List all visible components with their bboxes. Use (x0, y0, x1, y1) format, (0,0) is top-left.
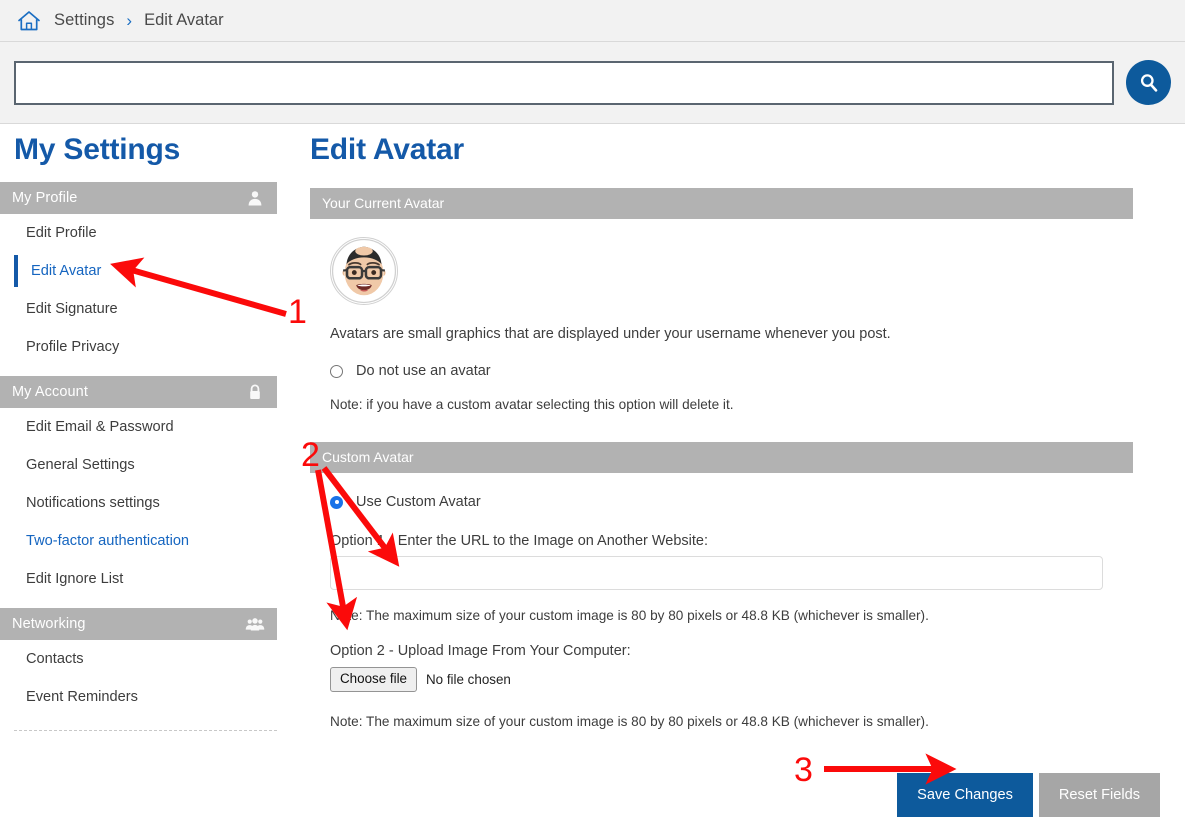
panel-body-current-avatar: Avatars are small graphics that are disp… (310, 219, 1161, 412)
label-option1: Option 1 - Enter the URL to the Image on… (330, 533, 1161, 549)
main-content: Edit Avatar Your Current Avatar (277, 133, 1185, 817)
panel-header-custom-avatar: Custom Avatar (310, 442, 1133, 473)
radio-label-do-not-use-avatar: Do not use an avatar (356, 363, 491, 379)
sidebar-title: My Settings (14, 133, 277, 167)
search-icon (1137, 71, 1161, 95)
sidebar-group-label: My Account (12, 384, 88, 400)
sidebar-group-label: My Profile (12, 190, 77, 206)
label-option2: Option 2 - Upload Image From Your Comput… (330, 643, 1161, 659)
breadcrumb-current: Edit Avatar (144, 11, 224, 30)
search-bar (0, 42, 1185, 124)
home-icon[interactable] (16, 9, 42, 33)
avatar-description: Avatars are small graphics that are disp… (330, 326, 1161, 342)
breadcrumb-settings-link[interactable]: Settings (54, 11, 114, 30)
user-icon (245, 189, 265, 207)
sidebar-item-profile-privacy[interactable]: Profile Privacy (14, 328, 277, 366)
sidebar-item-edit-ignore-list[interactable]: Edit Ignore List (14, 560, 277, 598)
sidebar-item-label: Edit Signature (26, 301, 118, 317)
note-option2: Note: The maximum size of your custom im… (330, 714, 1161, 729)
form-actions: Save Changes Reset Fields (310, 773, 1161, 817)
sidebar-item-label: Contacts (26, 651, 84, 667)
sidebar-divider (14, 730, 277, 731)
radio-use-custom-avatar[interactable] (330, 496, 343, 509)
radio-label-use-custom-avatar: Use Custom Avatar (356, 494, 481, 510)
sidebar-item-label: Two-factor authentication (26, 533, 189, 549)
sidebar-group-networking: Networking (0, 608, 277, 640)
lock-icon (245, 383, 265, 401)
breadcrumb-separator-icon: › (126, 11, 132, 31)
sidebar-group-my-profile: My Profile (0, 182, 277, 214)
people-icon (245, 615, 265, 633)
radio-do-not-use-avatar[interactable] (330, 365, 343, 378)
breadcrumb-bar: Settings › Edit Avatar (0, 0, 1185, 42)
sidebar-item-notifications-settings[interactable]: Notifications settings (14, 484, 277, 522)
sidebar-item-label: Edit Email & Password (26, 419, 174, 435)
avatar-url-input[interactable] (330, 556, 1103, 590)
choose-file-button[interactable]: Choose file (330, 667, 417, 692)
radio-row-use-custom-avatar[interactable]: Use Custom Avatar (330, 494, 1161, 510)
note-no-avatar: Note: if you have a custom avatar select… (330, 397, 1161, 412)
reset-fields-button[interactable]: Reset Fields (1039, 773, 1160, 817)
panel-body-custom-avatar: Use Custom Avatar Option 1 - Enter the U… (310, 473, 1161, 729)
file-status-text: No file chosen (426, 672, 511, 687)
sidebar-group-my-account: My Account (0, 376, 277, 408)
sidebar: My Settings My Profile Edit Profile Edit… (0, 133, 277, 731)
search-button[interactable] (1126, 60, 1171, 105)
sidebar-item-label: General Settings (26, 457, 135, 473)
sidebar-item-event-reminders[interactable]: Event Reminders (14, 678, 277, 716)
file-upload-row: Choose file No file chosen (330, 667, 1161, 692)
sidebar-group-label: Networking (12, 616, 86, 632)
sidebar-item-label: Profile Privacy (26, 339, 119, 355)
page-title: Edit Avatar (310, 133, 1161, 167)
note-option1: Note: The maximum size of your custom im… (330, 608, 1161, 623)
sidebar-item-label: Edit Ignore List (26, 571, 123, 587)
sidebar-item-edit-signature[interactable]: Edit Signature (14, 290, 277, 328)
sidebar-item-general-settings[interactable]: General Settings (14, 446, 277, 484)
sidebar-item-edit-profile[interactable]: Edit Profile (14, 214, 277, 252)
radio-row-no-avatar[interactable]: Do not use an avatar (330, 363, 1161, 379)
sidebar-item-edit-email-password[interactable]: Edit Email & Password (14, 408, 277, 446)
sidebar-item-two-factor-authentication[interactable]: Two-factor authentication (14, 522, 277, 560)
sidebar-item-label: Edit Avatar (31, 263, 101, 279)
sidebar-item-label: Edit Profile (26, 225, 97, 241)
page-body: My Settings My Profile Edit Profile Edit… (0, 124, 1185, 817)
sidebar-item-contacts[interactable]: Contacts (14, 640, 277, 678)
save-changes-button[interactable]: Save Changes (897, 773, 1033, 817)
search-input[interactable] (14, 61, 1114, 105)
sidebar-item-edit-avatar[interactable]: Edit Avatar (14, 252, 277, 290)
sidebar-item-label: Notifications settings (26, 495, 160, 511)
sidebar-item-label: Event Reminders (26, 689, 138, 705)
memoji-avatar (330, 237, 398, 305)
panel-header-current-avatar: Your Current Avatar (310, 188, 1133, 219)
